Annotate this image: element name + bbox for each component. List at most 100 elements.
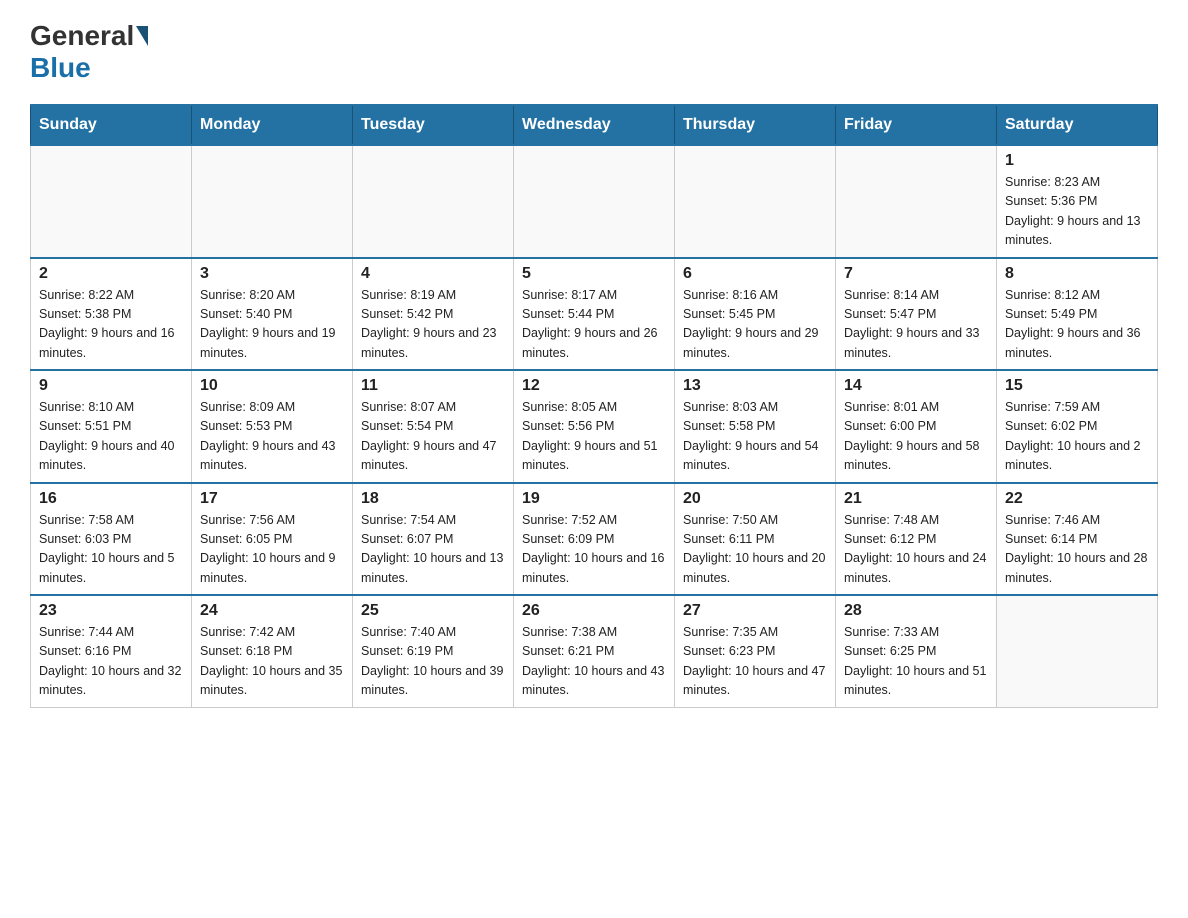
day-number: 10 [200,377,344,395]
col-monday: Monday [192,105,353,145]
table-row: 22 Sunrise: 7:46 AMSunset: 6:14 PMDayligh… [997,483,1158,596]
day-info: Sunrise: 7:50 AMSunset: 6:11 PMDaylight:… [683,511,827,589]
day-info: Sunrise: 7:44 AMSunset: 6:16 PMDaylight:… [39,623,183,701]
day-number: 17 [200,490,344,508]
calendar-week-row: 1 Sunrise: 8:23 AMSunset: 5:36 PMDaylight… [31,145,1158,258]
day-number: 7 [844,265,988,283]
table-row: 17 Sunrise: 7:56 AMSunset: 6:05 PMDayligh… [192,483,353,596]
day-info: Sunrise: 8:23 AMSunset: 5:36 PMDaylight:… [1005,173,1149,251]
table-row: 19 Sunrise: 7:52 AMSunset: 6:09 PMDayligh… [514,483,675,596]
day-info: Sunrise: 8:01 AMSunset: 6:00 PMDaylight:… [844,398,988,476]
day-number: 15 [1005,377,1149,395]
day-info: Sunrise: 8:05 AMSunset: 5:56 PMDaylight:… [522,398,666,476]
table-row [31,145,192,258]
day-number: 5 [522,265,666,283]
day-info: Sunrise: 8:07 AMSunset: 5:54 PMDaylight:… [361,398,505,476]
table-row: 21 Sunrise: 7:48 AMSunset: 6:12 PMDayligh… [836,483,997,596]
day-info: Sunrise: 7:48 AMSunset: 6:12 PMDaylight:… [844,511,988,589]
day-number: 13 [683,377,827,395]
day-info: Sunrise: 8:03 AMSunset: 5:58 PMDaylight:… [683,398,827,476]
day-info: Sunrise: 8:17 AMSunset: 5:44 PMDaylight:… [522,286,666,364]
day-info: Sunrise: 7:54 AMSunset: 6:07 PMDaylight:… [361,511,505,589]
page-header: General Blue [30,20,1158,84]
table-row [675,145,836,258]
table-row: 5 Sunrise: 8:17 AMSunset: 5:44 PMDaylight… [514,258,675,371]
calendar-week-row: 16Sunrise: 7:58 AMSunset: 6:03 PMDayligh… [31,483,1158,596]
day-number: 9 [39,377,183,395]
table-row: 2 Sunrise: 8:22 AMSunset: 5:38 PMDaylight… [31,258,192,371]
col-thursday: Thursday [675,105,836,145]
day-number: 22 [1005,490,1149,508]
day-info: Sunrise: 7:38 AMSunset: 6:21 PMDaylight:… [522,623,666,701]
day-info: Sunrise: 8:12 AMSunset: 5:49 PMDaylight:… [1005,286,1149,364]
day-number: 1 [1005,152,1149,170]
day-number: 4 [361,265,505,283]
calendar-week-row: 2 Sunrise: 8:22 AMSunset: 5:38 PMDaylight… [31,258,1158,371]
logo-triangle-icon [136,26,148,46]
table-row: 20 Sunrise: 7:50 AMSunset: 6:11 PMDayligh… [675,483,836,596]
logo-blue-text: Blue [30,52,91,83]
table-row: 4 Sunrise: 8:19 AMSunset: 5:42 PMDaylight… [353,258,514,371]
day-info: Sunrise: 7:40 AMSunset: 6:19 PMDaylight:… [361,623,505,701]
table-row: 16Sunrise: 7:58 AMSunset: 6:03 PMDayligh… [31,483,192,596]
table-row: 23 Sunrise: 7:44 AMSunset: 6:16 PMDayligh… [31,595,192,707]
col-tuesday: Tuesday [353,105,514,145]
col-sunday: Sunday [31,105,192,145]
table-row [192,145,353,258]
day-info: Sunrise: 7:56 AMSunset: 6:05 PMDaylight:… [200,511,344,589]
day-info: Sunrise: 7:42 AMSunset: 6:18 PMDaylight:… [200,623,344,701]
day-number: 19 [522,490,666,508]
table-row: 11 Sunrise: 8:07 AMSunset: 5:54 PMDayligh… [353,370,514,483]
day-info: Sunrise: 7:46 AMSunset: 6:14 PMDaylight:… [1005,511,1149,589]
day-info: Sunrise: 8:19 AMSunset: 5:42 PMDaylight:… [361,286,505,364]
table-row: 7 Sunrise: 8:14 AMSunset: 5:47 PMDaylight… [836,258,997,371]
table-row: 12 Sunrise: 8:05 AMSunset: 5:56 PMDayligh… [514,370,675,483]
day-number: 2 [39,265,183,283]
day-info: Sunrise: 8:20 AMSunset: 5:40 PMDaylight:… [200,286,344,364]
table-row: 15 Sunrise: 7:59 AMSunset: 6:02 PMDayligh… [997,370,1158,483]
day-number: 14 [844,377,988,395]
logo: General Blue [30,20,150,84]
table-row: 25Sunrise: 7:40 AMSunset: 6:19 PMDayligh… [353,595,514,707]
day-info: Sunrise: 7:59 AMSunset: 6:02 PMDaylight:… [1005,398,1149,476]
day-number: 8 [1005,265,1149,283]
col-wednesday: Wednesday [514,105,675,145]
day-number: 20 [683,490,827,508]
calendar-header-row: Sunday Monday Tuesday Wednesday Thursday… [31,105,1158,145]
day-info: Sunrise: 8:14 AMSunset: 5:47 PMDaylight:… [844,286,988,364]
day-number: 16 [39,490,183,508]
day-number: 24 [200,602,344,620]
table-row [353,145,514,258]
day-number: 27 [683,602,827,620]
table-row: 26Sunrise: 7:38 AMSunset: 6:21 PMDayligh… [514,595,675,707]
day-number: 12 [522,377,666,395]
table-row [836,145,997,258]
table-row: 13 Sunrise: 8:03 AMSunset: 5:58 PMDayligh… [675,370,836,483]
day-number: 18 [361,490,505,508]
logo-general-text: General [30,20,134,52]
table-row [514,145,675,258]
day-info: Sunrise: 7:35 AMSunset: 6:23 PMDaylight:… [683,623,827,701]
table-row: 14 Sunrise: 8:01 AMSunset: 6:00 PMDayligh… [836,370,997,483]
table-row: 27 Sunrise: 7:35 AMSunset: 6:23 PMDayligh… [675,595,836,707]
day-info: Sunrise: 8:22 AMSunset: 5:38 PMDaylight:… [39,286,183,364]
day-number: 21 [844,490,988,508]
calendar-table: Sunday Monday Tuesday Wednesday Thursday… [30,104,1158,708]
day-info: Sunrise: 7:33 AMSunset: 6:25 PMDaylight:… [844,623,988,701]
day-number: 3 [200,265,344,283]
day-number: 11 [361,377,505,395]
table-row: 1 Sunrise: 8:23 AMSunset: 5:36 PMDaylight… [997,145,1158,258]
day-info: Sunrise: 8:10 AMSunset: 5:51 PMDaylight:… [39,398,183,476]
calendar-week-row: 9 Sunrise: 8:10 AMSunset: 5:51 PMDaylight… [31,370,1158,483]
table-row: 18 Sunrise: 7:54 AMSunset: 6:07 PMDayligh… [353,483,514,596]
table-row: 10Sunrise: 8:09 AMSunset: 5:53 PMDayligh… [192,370,353,483]
table-row: 9 Sunrise: 8:10 AMSunset: 5:51 PMDaylight… [31,370,192,483]
col-saturday: Saturday [997,105,1158,145]
table-row: 6Sunrise: 8:16 AMSunset: 5:45 PMDaylight… [675,258,836,371]
day-info: Sunrise: 7:52 AMSunset: 6:09 PMDaylight:… [522,511,666,589]
day-number: 23 [39,602,183,620]
col-friday: Friday [836,105,997,145]
day-number: 6 [683,265,827,283]
table-row [997,595,1158,707]
table-row: 24 Sunrise: 7:42 AMSunset: 6:18 PMDayligh… [192,595,353,707]
